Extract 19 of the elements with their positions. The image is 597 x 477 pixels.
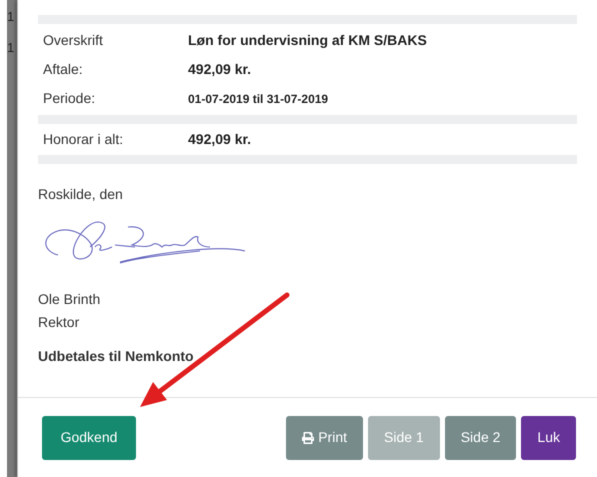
field-value: 492,09 kr. [188,130,252,149]
line-number: 1 [7,41,16,54]
printer-icon [302,432,314,444]
approve-button[interactable]: Godkend [42,416,136,460]
close-button[interactable]: Luk [521,416,576,460]
page-button[interactable]: Side 2 [444,416,516,460]
print-button[interactable]: Print [286,416,364,460]
signer-title: Rektor [38,313,80,332]
payment-note: Udbetales til Nemkonto [38,347,195,366]
field-value: 492,09 kr. [188,60,252,79]
signer-name: Ole Brinth [38,290,102,309]
line-number: 1 [7,10,16,23]
place-date-text: Roskilde, den [38,185,124,204]
field-label: Aftale: [42,60,84,79]
field-label: Periode: [42,89,96,108]
field-label: Overskrift [42,31,104,50]
field-label: Honorar i alt: [42,130,124,149]
field-value: Løn for undervisning af KM S/BAKS [188,31,427,50]
field-value: 01-07-2019 til 31-07-2019 [188,90,328,108]
